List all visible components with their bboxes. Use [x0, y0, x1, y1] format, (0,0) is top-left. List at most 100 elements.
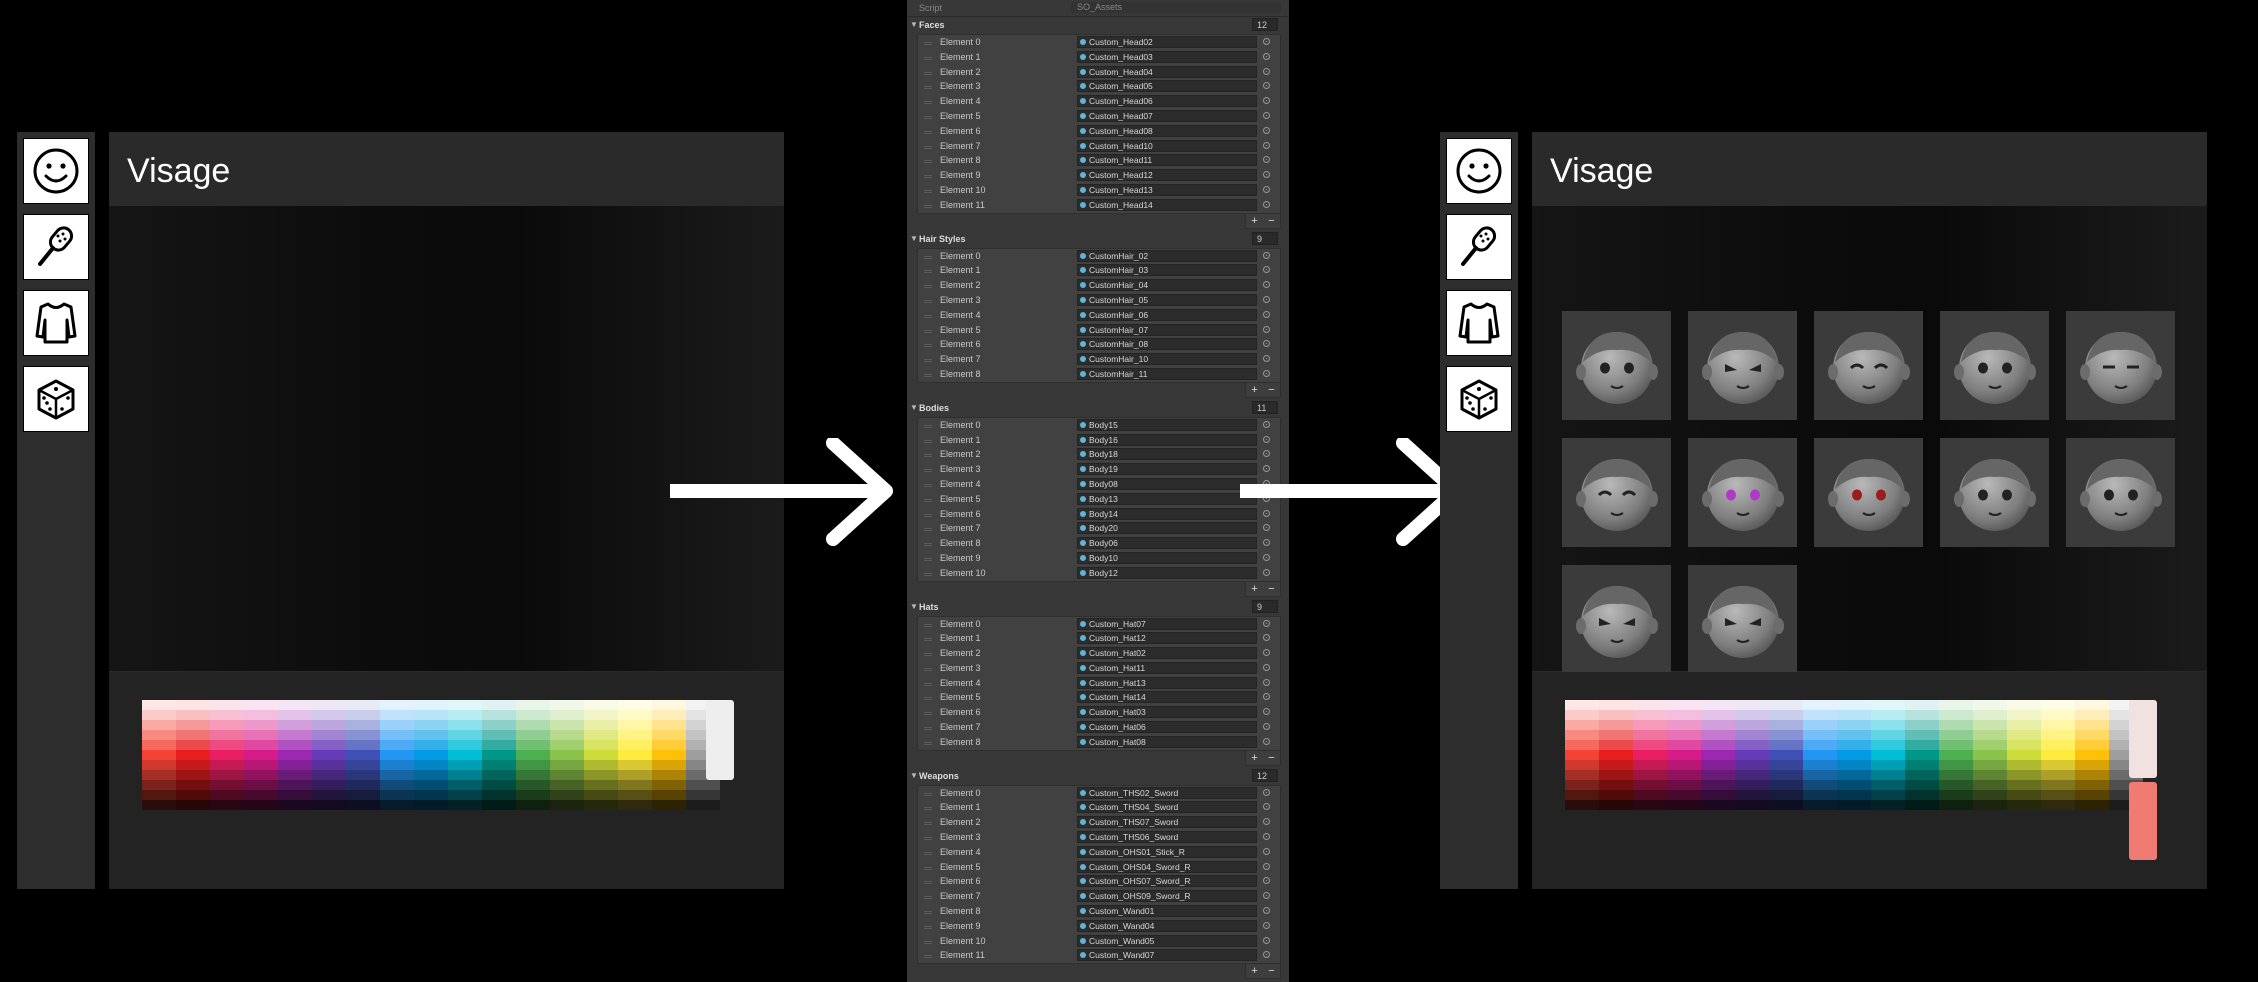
color-swatch[interactable]	[346, 750, 380, 760]
drag-handle-icon[interactable]	[924, 314, 932, 318]
color-swatch[interactable]	[1769, 720, 1803, 730]
object-field[interactable]: Body10	[1077, 551, 1257, 564]
color-swatch[interactable]	[1701, 740, 1735, 750]
color-swatch[interactable]	[1871, 710, 1905, 720]
object-picker-icon[interactable]	[1263, 369, 1270, 377]
remove-element-button[interactable]: −	[1268, 215, 1274, 227]
color-swatch[interactable]	[1871, 760, 1905, 770]
color-swatch[interactable]	[142, 750, 176, 760]
drag-handle-icon[interactable]	[924, 837, 932, 841]
color-swatch[interactable]	[1599, 800, 1633, 810]
category-button-random[interactable]	[23, 366, 89, 432]
drag-handle-icon[interactable]	[924, 483, 932, 487]
color-swatch[interactable]	[1837, 740, 1871, 750]
drag-handle-icon[interactable]	[924, 145, 932, 149]
array-size-field[interactable]: 12	[1252, 768, 1278, 782]
color-swatch[interactable]	[448, 760, 482, 770]
color-swatch[interactable]	[176, 780, 210, 790]
color-swatch[interactable]	[618, 720, 652, 730]
color-swatch[interactable]	[1871, 770, 1905, 780]
color-swatch[interactable]	[1905, 750, 1939, 760]
object-picker-icon[interactable]	[1263, 619, 1270, 627]
drag-handle-icon[interactable]	[924, 940, 932, 944]
color-swatch[interactable]	[1871, 740, 1905, 750]
color-swatch[interactable]	[1769, 750, 1803, 760]
object-field[interactable]: Custom_OHS04_Sword_R	[1077, 860, 1257, 873]
color-swatch[interactable]	[584, 800, 618, 810]
drag-handle-icon[interactable]	[924, 557, 932, 561]
color-swatch[interactable]	[1633, 700, 1667, 710]
color-swatch[interactable]	[1735, 720, 1769, 730]
color-swatch[interactable]	[1633, 770, 1667, 780]
color-swatch[interactable]	[1803, 790, 1837, 800]
object-picker-icon[interactable]	[1263, 708, 1270, 716]
object-picker-icon[interactable]	[1263, 847, 1270, 855]
object-picker-icon[interactable]	[1263, 251, 1270, 259]
color-swatch[interactable]	[1633, 710, 1667, 720]
color-swatch[interactable]	[1633, 800, 1667, 810]
color-swatch[interactable]	[414, 760, 448, 770]
color-swatch[interactable]	[1633, 760, 1667, 770]
object-picker-icon[interactable]	[1263, 200, 1270, 208]
color-swatch[interactable]	[2041, 760, 2075, 770]
object-field[interactable]: Custom_Head14	[1077, 198, 1257, 211]
object-picker-icon[interactable]	[1263, 325, 1270, 333]
color-swatch[interactable]	[482, 700, 516, 710]
color-swatch[interactable]	[584, 720, 618, 730]
color-swatch[interactable]	[1769, 780, 1803, 790]
color-swatch[interactable]	[2075, 750, 2109, 760]
object-picker-icon[interactable]	[1263, 266, 1270, 274]
drag-handle-icon[interactable]	[924, 373, 932, 377]
color-swatch[interactable]	[1599, 740, 1633, 750]
color-swatch[interactable]	[618, 740, 652, 750]
remove-element-button[interactable]: −	[1268, 752, 1274, 764]
selected-color-preview[interactable]	[706, 700, 734, 780]
color-swatch[interactable]	[1837, 720, 1871, 730]
color-swatch[interactable]	[2075, 780, 2109, 790]
object-field[interactable]: Custom_Hat07	[1077, 617, 1257, 630]
add-element-button[interactable]: +	[1251, 215, 1257, 227]
color-swatch[interactable]	[244, 720, 278, 730]
drag-handle-icon[interactable]	[924, 130, 932, 134]
color-swatch[interactable]	[2007, 730, 2041, 740]
color-swatch[interactable]	[1667, 710, 1701, 720]
color-swatch[interactable]	[1837, 770, 1871, 780]
color-swatch[interactable]	[1599, 790, 1633, 800]
color-swatch[interactable]	[210, 740, 244, 750]
color-swatch[interactable]	[1701, 770, 1735, 780]
drag-handle-icon[interactable]	[924, 807, 932, 811]
object-field[interactable]: CustomHair_08	[1077, 338, 1257, 351]
color-swatch[interactable]	[1939, 790, 1973, 800]
color-swatch[interactable]	[1701, 760, 1735, 770]
color-swatch[interactable]	[1735, 780, 1769, 790]
color-swatch[interactable]	[380, 750, 414, 760]
color-swatch[interactable]	[1667, 770, 1701, 780]
drag-handle-icon[interactable]	[924, 623, 932, 627]
face-thumbnail[interactable]	[1940, 311, 2049, 420]
drag-handle-icon[interactable]	[924, 866, 932, 870]
object-picker-icon[interactable]	[1263, 340, 1270, 348]
object-field[interactable]: Custom_Head07	[1077, 109, 1257, 122]
color-swatch[interactable]	[1837, 710, 1871, 720]
color-swatch[interactable]	[1803, 750, 1837, 760]
color-swatch[interactable]	[278, 780, 312, 790]
color-swatch[interactable]	[1769, 730, 1803, 740]
color-swatch[interactable]	[312, 700, 346, 710]
face-thumbnail[interactable]	[1562, 311, 1671, 420]
object-picker-icon[interactable]	[1263, 818, 1270, 826]
color-swatch[interactable]	[1599, 720, 1633, 730]
color-swatch[interactable]	[1769, 770, 1803, 780]
color-swatch[interactable]	[414, 700, 448, 710]
object-picker-icon[interactable]	[1263, 156, 1270, 164]
color-swatch[interactable]	[1769, 740, 1803, 750]
object-field[interactable]: Custom_Hat06	[1077, 721, 1257, 734]
color-swatch[interactable]	[1905, 790, 1939, 800]
color-swatch[interactable]	[1803, 760, 1837, 770]
color-swatch[interactable]	[244, 770, 278, 780]
foldout-arrow-icon[interactable]: ▼	[910, 20, 918, 29]
color-swatch[interactable]	[550, 750, 584, 760]
drag-handle-icon[interactable]	[924, 498, 932, 502]
face-thumbnail[interactable]	[2066, 438, 2175, 547]
color-swatch[interactable]	[1667, 750, 1701, 760]
object-field[interactable]: Body12	[1077, 566, 1257, 579]
